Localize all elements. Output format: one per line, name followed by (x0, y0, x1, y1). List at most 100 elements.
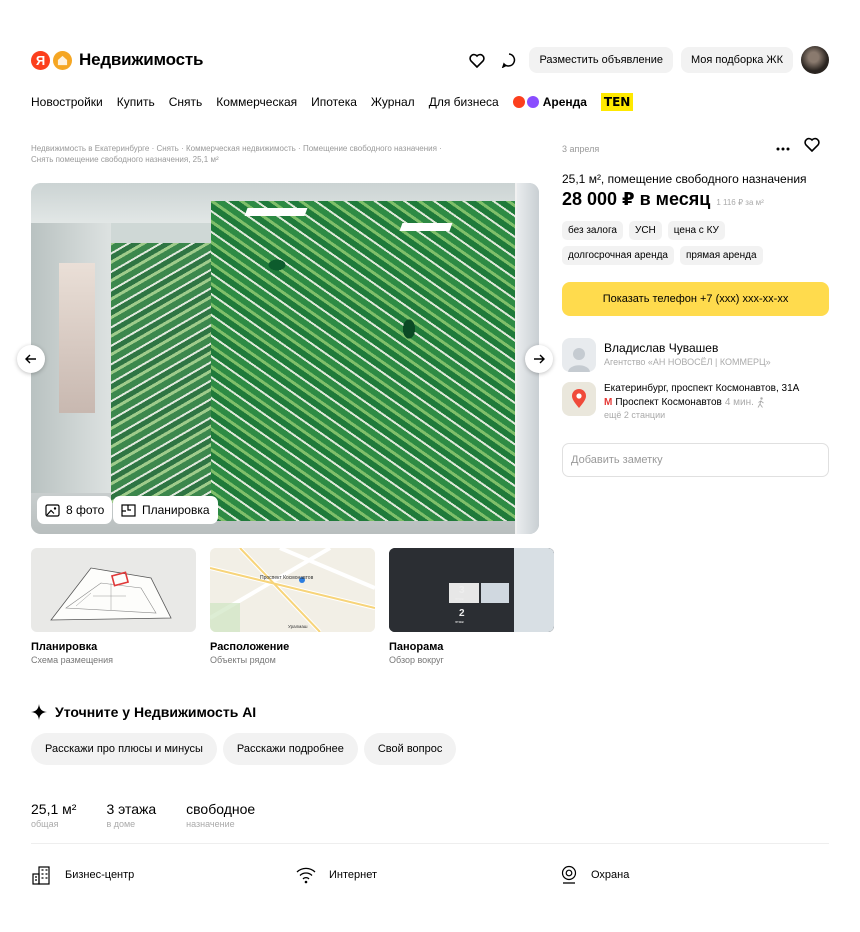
ai-chip-details[interactable]: Расскажи подробнее (222, 733, 358, 765)
pano-floor2-number: 2 (459, 608, 465, 619)
tag-usn: УСН (628, 221, 662, 240)
thumb-panorama[interactable]: 3 этаж 2 этаж Панорама Обзор вокруг (389, 548, 554, 665)
map-bottom-label: Уралмаш (288, 624, 308, 629)
plan-label: Планировка (142, 503, 210, 517)
agent-name: Владислав Чувашев (604, 341, 719, 355)
yandex-dot-icon (512, 96, 525, 108)
wifi-icon (296, 867, 316, 884)
breadcrumb-item[interactable]: Недвижимость в Екатеринбурге (31, 144, 149, 153)
thumb-plan[interactable]: Планировка Схема размещения (31, 548, 196, 665)
breadcrumb-current: Снять помещение свободного назначения, 2… (31, 155, 219, 164)
breadcrumb-separator: · (151, 144, 155, 153)
map-station-label: Проспект Космонавтов (260, 575, 314, 581)
more-icon[interactable] (776, 138, 790, 156)
tag-long-term: долгосрочная аренда (562, 246, 674, 265)
ai-chip-pros-cons[interactable]: Расскажи про плюсы и минусы (31, 733, 217, 765)
stat-area: 25,1 м² общая (31, 801, 76, 829)
media-thumbnails: Планировка Схема размещения Проспект Кос… (31, 548, 554, 665)
thumb-location-title: Расположение (210, 641, 290, 653)
favorite-heart-icon[interactable] (804, 137, 820, 157)
stat-area-value: 25,1 м² (31, 801, 77, 817)
arrow-left-icon (25, 354, 36, 364)
floor-plan-icon (121, 503, 136, 517)
nav-item-business[interactable]: Для бизнеса (429, 95, 499, 109)
photo-glass-wall (111, 243, 221, 503)
object-stats: 25,1 м² общая 3 этажа в доме свободное н… (31, 801, 255, 829)
feature-internet-label: Интернет (329, 869, 377, 881)
sparkle-icon (31, 704, 47, 720)
my-selection-button[interactable]: Моя подборка ЖК (681, 47, 793, 73)
add-note-input[interactable]: Добавить заметку (562, 443, 829, 477)
breadcrumb-item[interactable]: Коммерческая недвижимость (186, 144, 296, 153)
more-stations-link[interactable]: ещё 2 станции (604, 410, 799, 420)
tag-direct-rent: прямая аренда (680, 246, 763, 265)
yandex-logo-icon: Я (31, 50, 50, 70)
stat-floors-label: в доме (106, 819, 136, 829)
chat-icon[interactable] (497, 48, 521, 72)
nav-item-mortgage[interactable]: Ипотека (311, 95, 357, 109)
logo[interactable]: Я Недвижимость (31, 50, 203, 70)
listing-price: 28 000 ₽ в месяц 1 116 ₽ за м² (562, 189, 829, 210)
photo-poster (59, 263, 95, 413)
feature-business-center-label: Бизнес-центр (65, 869, 135, 881)
agent-avatar-icon (562, 338, 596, 372)
gallery-prev-button[interactable] (17, 345, 45, 373)
divider (31, 843, 829, 844)
thumb-plan-sub: Схема размещения (31, 655, 114, 665)
panorama-thumbnail: 3 этаж 2 этаж (389, 548, 554, 632)
photos-count-button[interactable]: 8 фото (37, 496, 113, 524)
pano-floor2-word: этаж (455, 619, 464, 624)
building-icon (32, 866, 50, 885)
image-icon (45, 503, 60, 517)
listing-actions (776, 137, 820, 157)
metro-name: Проспект Космонавтов (615, 397, 722, 408)
stat-area-label: общая (31, 819, 59, 829)
stat-purpose: свободное назначение (186, 801, 255, 829)
nav-item-commercial[interactable]: Коммерческая (216, 95, 297, 109)
thumb-panorama-title: Панорама (389, 641, 444, 653)
favorites-heart-icon[interactable] (465, 48, 489, 72)
nav-item-arenda[interactable]: Аренда (512, 95, 587, 109)
address-text: Екатеринбург, проспект Космонавтов, 31А (604, 383, 800, 394)
arenda-label: Аренда (542, 95, 587, 109)
ai-suggestions: Расскажи про плюсы и минусы Расскажи под… (31, 733, 457, 765)
nav-item-rent[interactable]: Снять (169, 95, 203, 109)
address-card[interactable]: Екатеринбург, проспект Космонавтов, 31А … (562, 382, 829, 420)
stat-purpose-value: свободное (186, 801, 256, 817)
nav-item-novostroyki[interactable]: Новостройки (31, 95, 103, 109)
stat-floors-value: 3 этажа (106, 801, 157, 817)
arrow-right-icon (534, 354, 545, 364)
stat-floors: 3 этажа в доме (106, 801, 156, 829)
ai-section-title: Уточните у Недвижимость AI (31, 704, 256, 720)
photo-gallery[interactable]: 8 фото Планировка (31, 183, 539, 534)
feature-security: Охрана (559, 865, 823, 885)
avatar[interactable] (801, 46, 829, 74)
feature-internet: Интернет (295, 865, 559, 885)
plan-button[interactable]: Планировка (113, 496, 218, 524)
thumb-plan-title: Планировка (31, 641, 98, 653)
post-ad-button[interactable]: Разместить объявление (529, 47, 673, 73)
price-value: 28 000 ₽ в месяц (562, 189, 711, 209)
nav-item-journal[interactable]: Журнал (371, 95, 415, 109)
listing-title: 25,1 м², помещение свободного назначения (562, 172, 807, 186)
breadcrumb-item[interactable]: Помещение свободного назначения (303, 144, 437, 153)
header: Я Недвижимость Разместить объявление Моя… (31, 44, 829, 76)
agent-org: Агентство «АН НОВОСЁЛ | КОММЕРЦ» (604, 357, 771, 367)
thumb-location[interactable]: Проспект Космонавтов Уралмаш Расположени… (210, 548, 375, 665)
thumb-location-sub: Объекты рядом (210, 655, 276, 665)
nav-item-buy[interactable]: Купить (117, 95, 155, 109)
ai-chip-own-question[interactable]: Свой вопрос (363, 733, 457, 765)
map-thumbnail: Проспект Космонавтов Уралмаш (210, 548, 375, 632)
tag-no-deposit: без залога (562, 221, 623, 240)
listing-tags: без залога УСН цена с КУ долгосрочная ар… (562, 221, 792, 265)
agent-card[interactable]: Владислав Чувашев Агентство «АН НОВОСЁЛ … (562, 338, 829, 372)
metro-icon: M (604, 397, 613, 408)
price-per-m2: 1 116 ₽ за м² (716, 198, 764, 207)
photo-leaf-wall (211, 201, 539, 521)
gallery-next-button[interactable] (525, 345, 553, 373)
ten-logo[interactable]: TEN (600, 93, 634, 111)
breadcrumb-item[interactable]: Снять (156, 144, 178, 153)
photos-count-label: 8 фото (66, 503, 105, 517)
map-pin-icon (562, 382, 596, 416)
show-phone-button[interactable]: Показать телефон +7 (ххх) ххх-хх-хх (562, 282, 829, 316)
